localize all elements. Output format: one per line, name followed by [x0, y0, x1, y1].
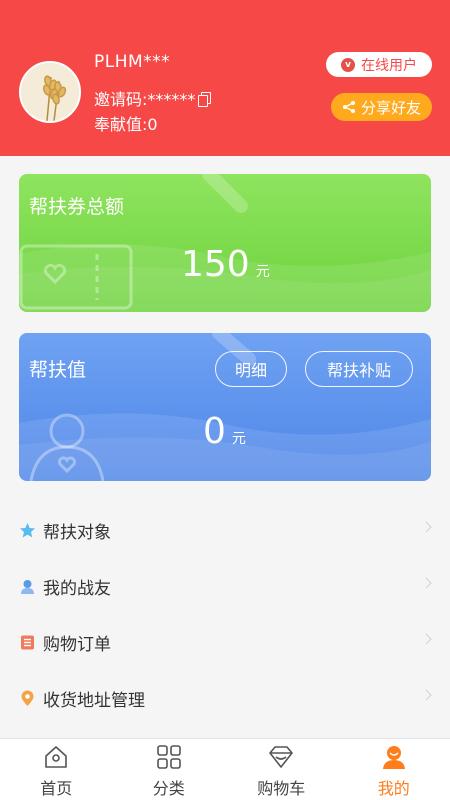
share-icon [342, 101, 355, 113]
invite-code: 邀请码:****** [94, 86, 212, 110]
v-badge-icon: v [341, 57, 355, 72]
tab-home[interactable]: 首页 [0, 739, 113, 800]
username: PLHM*** [94, 52, 171, 72]
menu-item-label: 购物订单 [43, 634, 111, 655]
person-icon [19, 578, 36, 595]
menu-item-address-management[interactable]: 收货地址管理 [0, 670, 450, 726]
voucher-amount-value: 150 [181, 244, 250, 285]
wheat-avatar-image [21, 63, 79, 121]
menu-list: 帮扶对象 我的战友 购物订单 收货地址管理 [0, 502, 450, 726]
bottom-tab-bar: 首页 分类 购物车 我的 [0, 738, 450, 800]
tab-cart[interactable]: 购物车 [225, 739, 338, 800]
menu-item-shopping-orders[interactable]: 购物订单 [0, 614, 450, 670]
home-icon [43, 744, 69, 770]
avatar[interactable] [19, 61, 81, 123]
voucher-card-title: 帮扶券总额 [29, 196, 125, 218]
voucher-amount-unit: 元 [255, 264, 270, 280]
chevron-right-icon [420, 521, 432, 533]
voucher-amount: 150 元 [181, 244, 270, 285]
cart-icon [268, 744, 294, 770]
contribution-value: 奉献值:0 [94, 115, 158, 134]
tab-label: 分类 [152, 779, 185, 798]
star-icon [19, 522, 36, 539]
grid-icon [156, 744, 182, 770]
support-value-card: 帮扶值 明细 帮扶补贴 0 元 [19, 333, 431, 481]
online-badge-label: 在线用户 [361, 57, 417, 74]
location-pin-icon [19, 690, 36, 707]
tab-mine[interactable]: 我的 [338, 739, 450, 800]
profile-header: PLHM*** 邀请码:****** 奉献值:0 v 在线用户 分享好友 [0, 0, 450, 156]
share-friends-button[interactable]: 分享好友 [331, 93, 432, 121]
support-amount-value: 0 [203, 411, 226, 452]
tab-label: 购物车 [257, 779, 306, 798]
copy-icon[interactable] [198, 91, 212, 107]
detail-button[interactable]: 明细 [215, 351, 287, 387]
share-button-label: 分享好友 [360, 98, 421, 117]
voucher-total-card[interactable]: 帮扶券总额 150 元 [19, 174, 431, 312]
online-user-badge[interactable]: v 在线用户 [326, 52, 432, 77]
tab-label: 我的 [377, 779, 410, 798]
profile-icon [381, 744, 407, 770]
subsidy-button[interactable]: 帮扶补贴 [305, 351, 413, 387]
chevron-right-icon [420, 633, 432, 645]
menu-item-label: 我的战友 [43, 578, 111, 599]
menu-item-label: 帮扶对象 [43, 522, 111, 543]
chevron-right-icon [420, 689, 432, 701]
menu-item-support-target[interactable]: 帮扶对象 [0, 502, 450, 558]
tab-label: 首页 [40, 779, 73, 798]
order-list-icon [19, 634, 36, 651]
tab-category[interactable]: 分类 [113, 739, 226, 800]
support-amount: 0 元 [203, 411, 246, 452]
invite-code-text: 邀请码:****** [94, 90, 196, 109]
support-card-title: 帮扶值 [29, 359, 87, 381]
support-amount-unit: 元 [231, 431, 246, 447]
menu-item-my-comrades[interactable]: 我的战友 [0, 558, 450, 614]
chevron-right-icon [420, 577, 432, 589]
menu-item-label: 收货地址管理 [43, 690, 145, 711]
